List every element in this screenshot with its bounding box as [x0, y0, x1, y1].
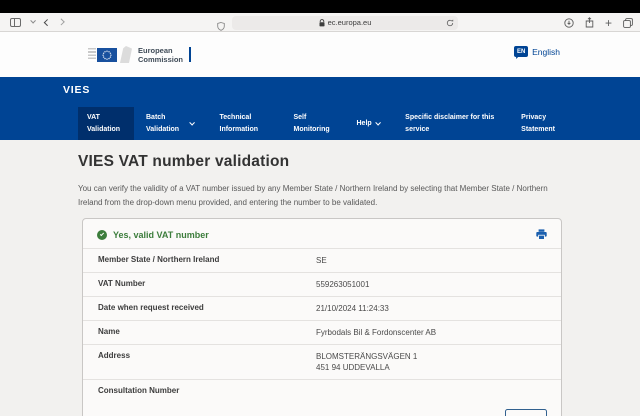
ec-logo[interactable]: European Commission [88, 46, 191, 64]
ec-logo-separator [189, 47, 191, 62]
language-selector[interactable]: EN English [514, 46, 560, 57]
row-address: Address BLOMSTERÄNGSVÄGEN 1 451 94 UDDEV… [83, 344, 561, 379]
result-header: Yes, valid VAT number [83, 219, 561, 248]
tab-overview-icon[interactable] [623, 18, 633, 28]
nav-vat-validation[interactable]: VAT Validation [78, 107, 134, 140]
row-value: 21/10/2024 11:24:33 [316, 303, 389, 314]
downloads-icon[interactable] [564, 18, 574, 28]
forward-icon[interactable] [58, 19, 64, 25]
row-label: Date when request received [98, 303, 316, 314]
row-label: Member State / Northern Ireland [98, 255, 316, 266]
page-description: You can verify the validity of a VAT num… [78, 182, 572, 210]
site-banner: VIES VAT Validation Batch Validation Tec… [0, 77, 640, 140]
page-content: VIES VAT number validation You can verif… [0, 140, 640, 416]
ec-logo-flag-wave [118, 46, 133, 64]
row-value: 559263051001 [316, 279, 369, 290]
row-member-state: Member State / Northern Ireland SE [83, 248, 561, 272]
page-title: VIES VAT number validation [0, 140, 640, 171]
back-button-row: Back [83, 401, 561, 416]
row-name: Name Fyrbodals Bil & Fordonscenter AB [83, 320, 561, 344]
macos-top-bar [0, 0, 640, 13]
ec-header: European Commission EN English [0, 32, 640, 77]
status-text: Yes, valid VAT number [113, 230, 209, 240]
back-button[interactable]: Back [505, 409, 547, 416]
check-circle-icon [97, 230, 107, 240]
row-value: Fyrbodals Bil & Fordonscenter AB [316, 327, 436, 338]
back-icon[interactable] [44, 19, 50, 25]
language-badge: EN [514, 46, 528, 57]
print-icon[interactable] [536, 229, 547, 240]
nav-batch-validation[interactable]: Batch Validation [137, 107, 203, 140]
validation-result-card: Yes, valid VAT number Member State / Nor… [82, 218, 562, 416]
chevron-down-icon [189, 120, 194, 125]
nav-label: Self Monitoring [294, 112, 334, 134]
result-table: Member State / Northern Ireland SE VAT N… [83, 248, 561, 401]
language-label: English [532, 47, 560, 57]
eu-flag-icon [97, 48, 117, 62]
main-nav: VAT Validation Batch Validation Technica… [78, 107, 568, 140]
sidebar-chevron-icon[interactable] [30, 19, 35, 24]
new-tab-icon[interactable]: + [605, 17, 612, 29]
nav-technical-information[interactable]: Technical Information [211, 107, 277, 140]
ec-logo-stripes [88, 48, 96, 61]
ec-logo-text: European Commission [138, 46, 183, 64]
ec-logo-line2: Commission [138, 55, 183, 64]
nav-label: Help [357, 118, 372, 129]
ec-logo-line1: European [138, 46, 183, 55]
nav-label: VAT Validation [87, 112, 125, 134]
nav-privacy-statement[interactable]: Privacy Statement [512, 107, 568, 140]
lock-icon [319, 19, 325, 27]
row-request-date: Date when request received 21/10/2024 11… [83, 296, 561, 320]
browser-toolbar: ec.europa.eu + [0, 13, 640, 32]
row-label: Address [98, 351, 316, 373]
nav-label: Technical Information [220, 112, 268, 134]
nav-specific-disclaimer[interactable]: Specific disclaimer for this service [396, 107, 506, 140]
row-vat-number: VAT Number 559263051001 [83, 272, 561, 296]
address-line-2: 451 94 UDDEVALLA [316, 362, 417, 373]
row-consultation-number: Consultation Number [83, 379, 561, 401]
address-text: ec.europa.eu [328, 18, 372, 27]
address-bar[interactable]: ec.europa.eu [232, 16, 458, 30]
nav-label: Privacy Statement [521, 112, 559, 134]
chevron-down-icon [375, 120, 380, 125]
site-brand: VIES [63, 84, 90, 96]
nav-help[interactable]: Help [348, 107, 389, 140]
nav-label: Specific disclaimer for this service [405, 112, 497, 134]
row-value: BLOMSTERÄNGSVÄGEN 1 451 94 UDDEVALLA [316, 351, 417, 373]
nav-label: Batch Validation [146, 112, 186, 134]
row-label: Consultation Number [98, 386, 316, 395]
share-icon[interactable] [585, 17, 594, 28]
row-label: VAT Number [98, 279, 316, 290]
address-line-1: BLOMSTERÄNGSVÄGEN 1 [316, 351, 417, 362]
row-value: SE [316, 255, 327, 266]
nav-self-monitoring[interactable]: Self Monitoring [285, 107, 343, 140]
reload-icon[interactable] [446, 19, 454, 29]
sidebar-toggle-icon[interactable] [10, 18, 21, 27]
row-label: Name [98, 327, 316, 338]
